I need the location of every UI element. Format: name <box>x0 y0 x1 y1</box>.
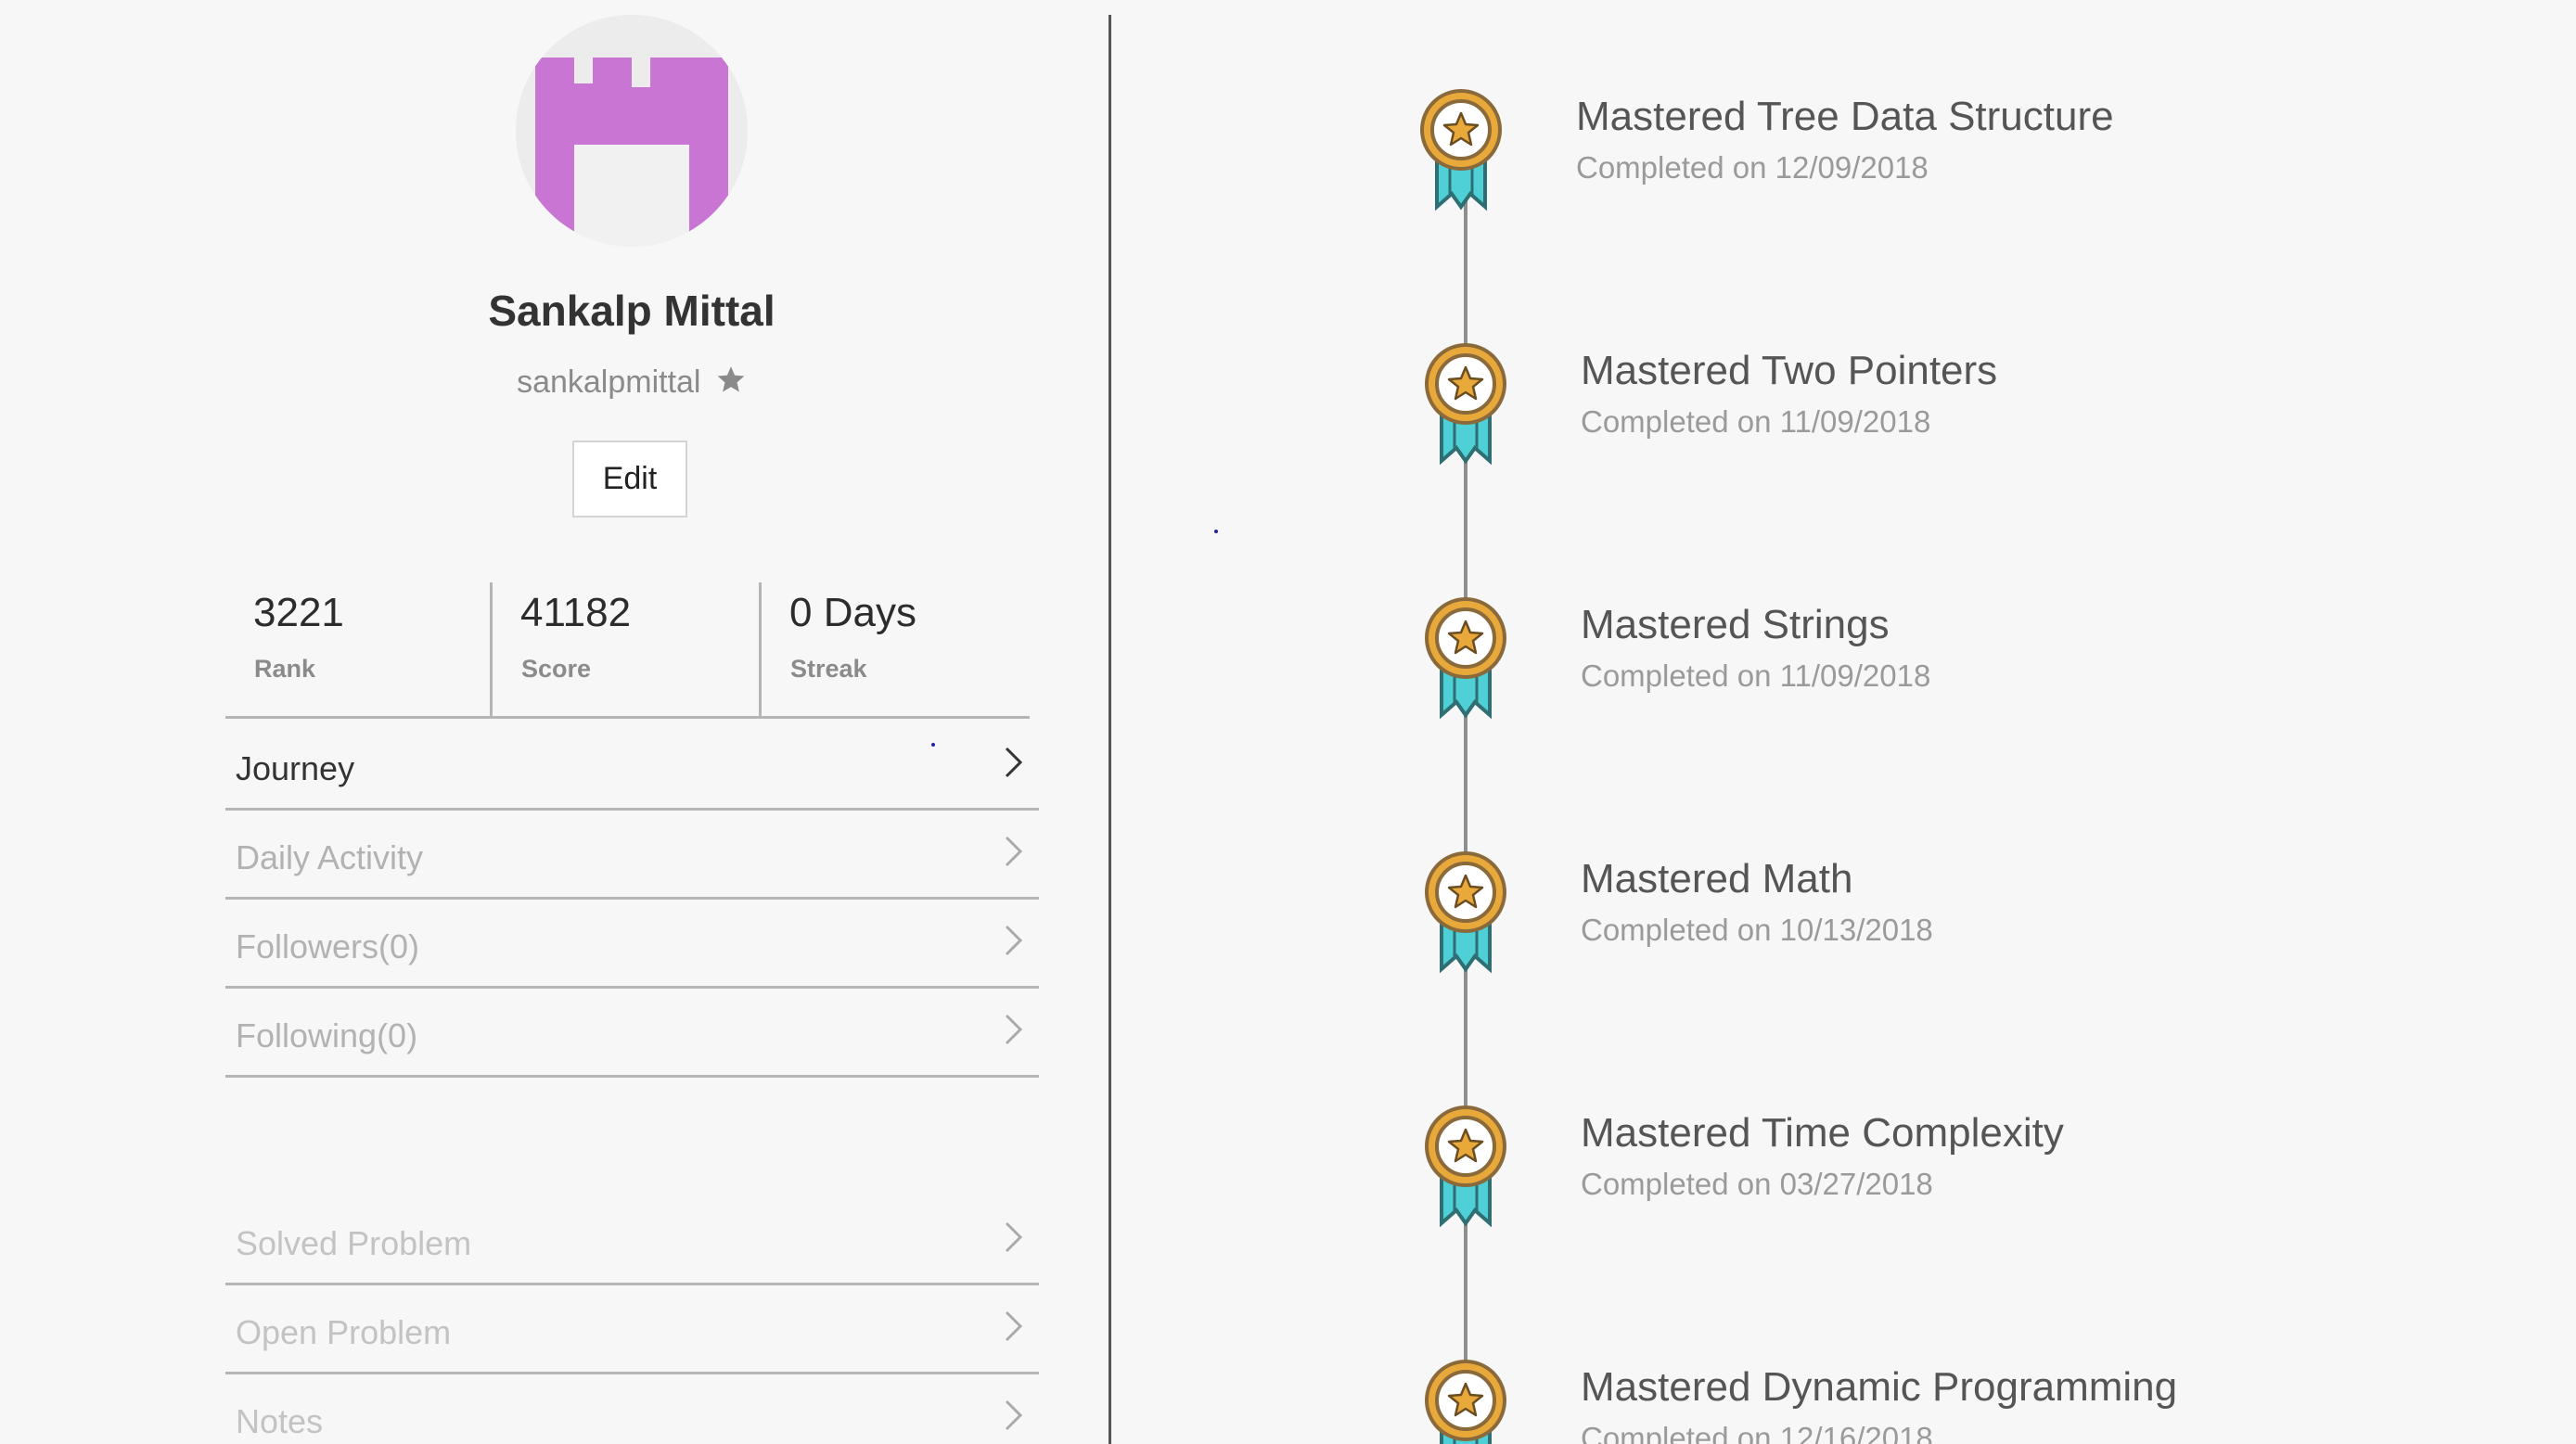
entry-title: Mastered Strings <box>1581 602 1890 647</box>
medal-icon <box>1421 850 1510 980</box>
entry-title: Mastered Time Complexity <box>1581 1110 2064 1156</box>
entry-date: Completed on 11/09/2018 <box>1581 658 1931 693</box>
entry-date: Completed on 10/13/2018 <box>1581 913 1933 947</box>
medal-icon <box>1416 88 1506 218</box>
entry-title: Mastered Tree Data Structure <box>1576 94 2114 139</box>
entry-title: Mastered Two Pointers <box>1581 348 1998 393</box>
entry-date: Completed on 11/09/2018 <box>1581 404 1931 439</box>
entry-date: Completed on 12/09/2018 <box>1576 150 1929 185</box>
entry-title: Mastered Math <box>1581 856 1853 901</box>
page: Sankalp Mittal sankalpmittal Edit 3221 R… <box>0 0 2576 1444</box>
entry-date: Completed on 03/27/2018 <box>1581 1167 1933 1201</box>
medal-icon <box>1421 596 1510 726</box>
medal-icon <box>1421 342 1510 472</box>
entry-date: Completed on 12/16/2018 <box>1581 1421 1933 1444</box>
medal-icon <box>1421 1105 1510 1234</box>
entry-title: Mastered Dynamic Programming <box>1581 1364 2178 1410</box>
journey-timeline: Mastered Tree Data Structure Completed on… <box>0 0 2576 1444</box>
medal-icon <box>1421 1359 1510 1444</box>
